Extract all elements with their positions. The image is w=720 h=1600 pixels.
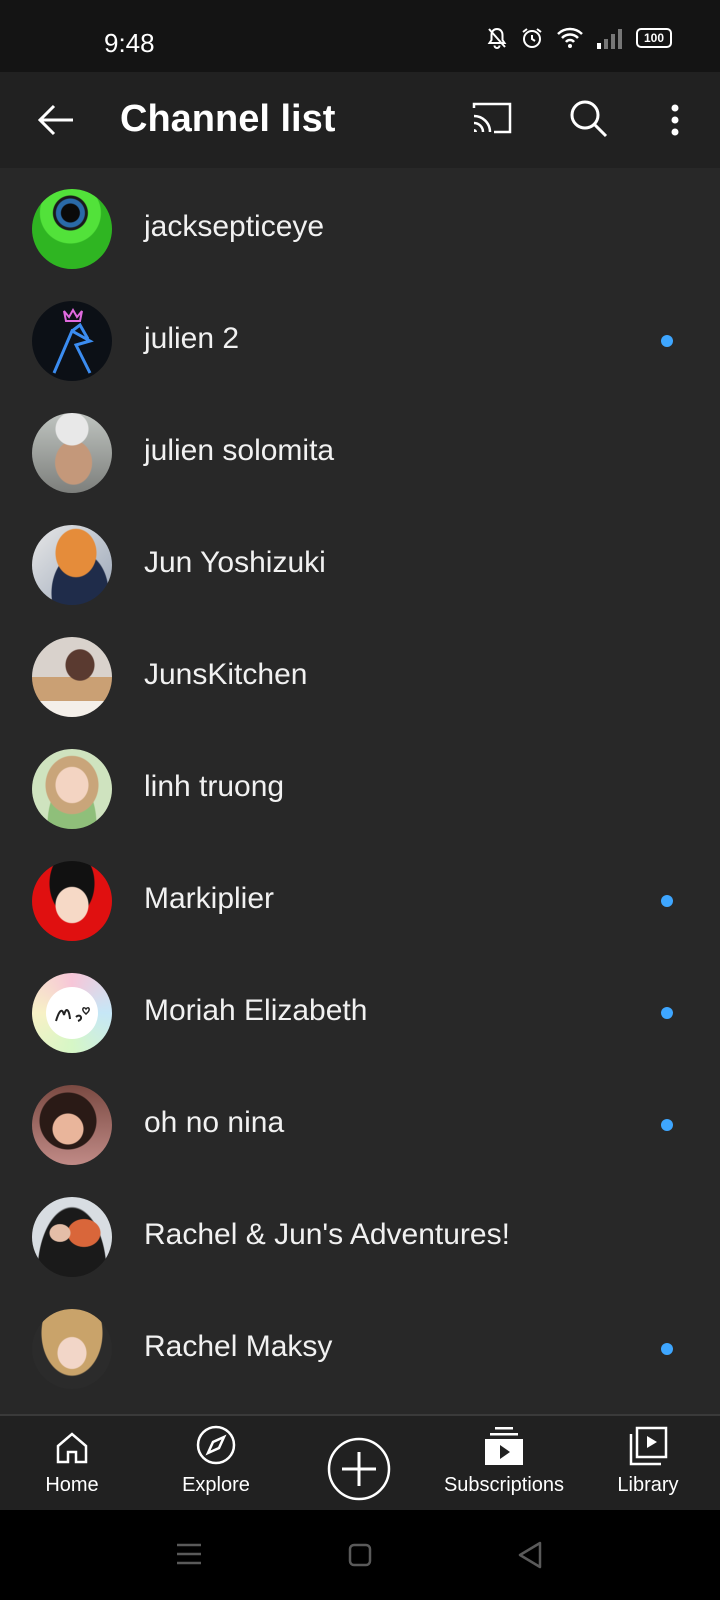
- cast-icon: [472, 102, 512, 134]
- add-circle-icon: [327, 1437, 391, 1501]
- new-content-dot: [661, 1007, 673, 1019]
- channel-row[interactable]: julien 2: [0, 284, 720, 396]
- channel-name: JunsKitchen: [144, 658, 308, 691]
- channel-avatar: [32, 301, 112, 381]
- status-bar: 9:48 100: [0, 0, 720, 72]
- nav-home[interactable]: Home: [20, 1416, 124, 1512]
- nav-explore-label: Explore: [182, 1474, 250, 1496]
- menu-lines-icon: [177, 1543, 201, 1565]
- channel-row[interactable]: jacksepticeye: [0, 172, 720, 284]
- channel-name: Rachel & Jun's Adventures!: [144, 1218, 510, 1251]
- channel-name: jacksepticeye: [144, 210, 325, 243]
- subscriptions-icon: [485, 1427, 523, 1465]
- square-icon: [348, 1543, 372, 1567]
- new-content-dot: [661, 1343, 673, 1355]
- back-button[interactable]: [30, 96, 82, 144]
- status-time: 9:48: [104, 28, 155, 58]
- channel-row[interactable]: Jun Yoshizuki: [0, 508, 720, 620]
- channel-name: Rachel Maksy: [144, 1330, 333, 1363]
- channel-list: jacksepticeye julien 2 julien solomita J…: [0, 172, 720, 1404]
- new-content-dot: [661, 895, 673, 907]
- search-icon: [570, 100, 608, 138]
- nav-subscriptions-label: Subscriptions: [443, 1474, 565, 1496]
- channel-row[interactable]: Markiplier: [0, 844, 720, 956]
- channel-avatar: [32, 189, 112, 269]
- battery-icon: 100: [636, 28, 672, 48]
- status-icons: 100: [486, 26, 672, 50]
- notifications-off-icon: [487, 27, 507, 49]
- channel-name: julien solomita: [144, 434, 335, 467]
- channel-avatar: [32, 749, 112, 829]
- channel-name: linh truong: [144, 770, 285, 803]
- channel-row[interactable]: linh truong: [0, 732, 720, 844]
- alarm-icon: [522, 28, 542, 48]
- channel-name: julien 2: [144, 322, 240, 355]
- channel-name: oh no nina: [144, 1106, 285, 1139]
- back-arrow-icon: [37, 104, 73, 136]
- signal-icon: [597, 29, 622, 49]
- channel-row[interactable]: JunsKitchen: [0, 620, 720, 732]
- channel-name: Jun Yoshizuki: [144, 546, 326, 579]
- cast-button[interactable]: [470, 100, 518, 142]
- channel-avatar: [32, 1309, 112, 1389]
- channel-avatar: [32, 1197, 112, 1277]
- channel-row[interactable]: julien solomita: [0, 396, 720, 508]
- channel-row[interactable]: oh no nina: [0, 1068, 720, 1180]
- channel-avatar: [32, 861, 112, 941]
- nav-library-label: Library: [617, 1474, 679, 1496]
- more-options-button[interactable]: [660, 96, 690, 144]
- channel-row[interactable]: Rachel Maksy: [0, 1292, 720, 1404]
- channel-name: Moriah Elizabeth: [144, 994, 368, 1027]
- system-navigation-bar: [0, 1510, 720, 1600]
- recent-apps-button[interactable]: [176, 1542, 202, 1571]
- channel-avatar: [32, 973, 112, 1053]
- nav-library[interactable]: Library: [600, 1416, 696, 1512]
- channel-avatar: [32, 525, 112, 605]
- channel-row[interactable]: Moriah Elizabeth: [0, 956, 720, 1068]
- bottom-navigation: Home Explore Subscriptions Library: [0, 1414, 720, 1510]
- channel-avatar: [32, 1085, 112, 1165]
- compass-icon: [196, 1425, 236, 1465]
- app-bar: Channel list: [0, 72, 720, 168]
- home-system-button[interactable]: [348, 1543, 372, 1572]
- channel-avatar: [32, 637, 112, 717]
- triangle-back-icon: [518, 1541, 542, 1569]
- nav-subscriptions[interactable]: Subscriptions: [434, 1416, 574, 1512]
- nav-home-label: Home: [45, 1474, 99, 1496]
- channel-row[interactable]: Rachel & Jun's Adventures!: [0, 1180, 720, 1292]
- new-content-dot: [661, 335, 673, 347]
- library-icon: [629, 1426, 668, 1466]
- search-button[interactable]: [568, 98, 614, 144]
- channel-name: Markiplier: [144, 882, 275, 915]
- create-button[interactable]: [324, 1416, 394, 1512]
- home-icon: [56, 1432, 88, 1464]
- page-title: Channel list: [120, 98, 336, 140]
- back-system-button[interactable]: [518, 1541, 542, 1574]
- more-vert-icon: [671, 104, 679, 136]
- channel-avatar: [32, 413, 112, 493]
- wifi-icon: [557, 27, 583, 48]
- nav-explore[interactable]: Explore: [164, 1416, 268, 1512]
- new-content-dot: [661, 1119, 673, 1131]
